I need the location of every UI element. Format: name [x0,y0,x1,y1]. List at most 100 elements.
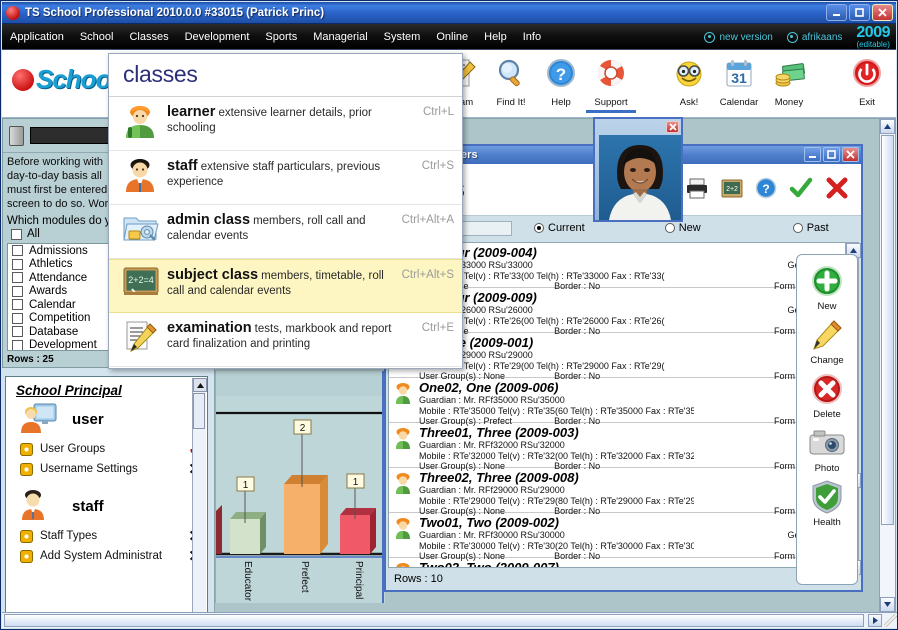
principal-scrollbar[interactable] [192,378,207,626]
learner-contact: Mobile : RTe'32000 Tel(v) : RTe'32(00 Te… [419,450,694,461]
minimize-button[interactable] [826,4,847,21]
close-button[interactable] [872,4,893,21]
menu-info[interactable]: Info [515,29,549,45]
menu-sports[interactable]: Sports [257,29,305,45]
learners-maximize-button[interactable] [823,147,840,162]
principal-row-add-system-administrator[interactable]: Add System Administrat ✕ [6,546,207,566]
photo-close-button[interactable] [666,121,679,133]
toolbar-exit[interactable]: Exit [842,52,892,108]
checkbox-icon[interactable] [12,299,23,311]
checkbox-icon[interactable] [12,245,23,257]
workspace-scroll-thumb[interactable] [881,135,894,525]
checkbox-icon[interactable] [12,285,23,297]
table-row[interactable]: Two01, Two (2009-002) Guardian : Mr. RFf… [389,513,858,561]
menu-school[interactable]: School [72,29,122,45]
table-row[interactable]: Three01, Three (2009-003) Guardian : Mr.… [389,423,858,471]
red-x-icon[interactable] [825,177,849,202]
menu-system[interactable]: System [376,29,429,45]
table-row[interactable]: One02, One (2009-006) Guardian : Mr. RFf… [389,378,858,426]
menu-item-examination[interactable]: examination tests, markbook and report c… [109,313,462,367]
principal-scroll-thumb[interactable] [193,393,205,429]
learner-name: Two01, Two (2009-002) [419,515,559,530]
learner-avatar-icon [392,515,414,554]
menu-online[interactable]: Online [428,29,476,45]
scroll-down-icon[interactable] [880,597,895,612]
checkbox-icon[interactable] [11,228,22,240]
database-icon [9,125,24,146]
checkbox-icon[interactable] [12,272,23,284]
radio-current[interactable]: Current [534,222,585,234]
staff-icon [123,158,157,192]
menu-development[interactable]: Development [177,29,258,45]
printer-icon[interactable] [685,177,709,202]
workspace-hscroll-thumb[interactable] [4,614,864,627]
principal-row-label: User Groups [40,443,106,455]
language-selector[interactable]: afrikaans [786,31,842,43]
principal-row-user-groups[interactable]: User Groups ✓ [6,439,207,459]
rows-count: Rows : 10 [394,573,443,585]
menu-help[interactable]: Help [476,29,515,45]
checkbox-icon[interactable] [12,326,23,338]
table-row[interactable]: Two02, Two (2009-007) [389,558,858,567]
menu-application[interactable]: Application [2,29,72,45]
academic-year[interactable]: 2009 (editable) [856,25,894,49]
lifebuoy-icon [586,52,636,96]
module-label: Database [29,325,79,338]
chart-svg: 1 2 1 Educator Prefect Principal [216,371,385,603]
photo-button[interactable]: Photo [797,423,857,474]
learner-contact: Mobile : RTe'35000 Tel(v) : RTe'35(60 Te… [419,405,694,416]
brand-name: Schoo [36,64,111,94]
maximize-button[interactable] [849,4,870,21]
scroll-up-icon[interactable] [193,378,207,392]
toolbar-help[interactable]: ? Help [536,52,586,108]
principal-row-staff-types[interactable]: Staff Types ✕ [6,526,207,546]
workspace-horizontal-scrollbar[interactable] [2,612,897,628]
checkbox-icon[interactable] [12,258,23,270]
new-button[interactable]: New [797,261,857,312]
table-row[interactable]: Three02, Three (2009-008) Guardian : Mr.… [389,468,858,516]
toolbar-money[interactable]: Money [764,52,814,108]
scroll-up-icon[interactable] [880,119,895,134]
workspace-vertical-scrollbar[interactable] [879,118,896,613]
menu-item-staff[interactable]: staff extensive staff particulars, previ… [109,151,462,205]
menu-item-learner[interactable]: learner extensive learner details, prior… [109,97,462,151]
menu-item-subject-class[interactable]: 2+2=4 subject class members, timetable, … [109,259,462,313]
delete-button[interactable]: Delete [797,369,857,420]
radio-past[interactable]: Past [792,222,829,234]
checkbox-icon[interactable] [12,339,23,350]
question-icon[interactable]: ? [755,177,777,202]
menu-item-admin-class[interactable]: admin class members, roll call and calen… [109,205,462,259]
toolbar-calendar[interactable]: 31 Calendar [714,52,764,108]
application-window: TS School Professional 2010.0.0 #33015 (… [0,0,898,630]
check-icon[interactable] [789,177,813,202]
menu-classes[interactable]: Classes [121,29,176,45]
radio-icon[interactable] [792,223,803,233]
checkbox-icon[interactable] [12,312,23,324]
principal-row-username-settings[interactable]: Username Settings ✕ [6,459,207,479]
money-icon [764,52,814,96]
learner-name: One02, One (2009-006) [419,380,559,395]
learners-close-button[interactable] [842,147,859,162]
menu-item-admin-class-shortcut: Ctrl+Alt+A [401,214,454,226]
module-label: Admissions [29,244,88,257]
learners-minimize-button[interactable] [804,147,821,162]
green-shield-check-icon [797,477,857,517]
toolbar-find[interactable]: Find It! [486,52,536,108]
svg-text:Principal: Principal [353,561,364,599]
toolbar-support[interactable]: Support [586,52,636,113]
change-button[interactable]: Change [797,315,857,366]
radio-icon[interactable] [534,223,544,233]
module-label: Competition [29,312,91,325]
toolbar-ask[interactable]: Ask! [664,52,714,108]
scroll-right-icon[interactable] [868,614,882,627]
chalkboard-icon[interactable]: 2+2 [721,179,743,201]
principal-row-label: Username Settings [40,463,138,475]
learner-icon [123,104,157,138]
resize-grip-icon[interactable] [884,614,897,627]
new-version-link[interactable]: new version [704,31,773,43]
chalkboard-icon: 2+2=4 [123,267,159,301]
radio-icon[interactable] [664,223,675,233]
radio-new[interactable]: New [664,222,701,234]
menu-managerial[interactable]: Managerial [305,29,375,45]
health-button[interactable]: Health [797,477,857,528]
